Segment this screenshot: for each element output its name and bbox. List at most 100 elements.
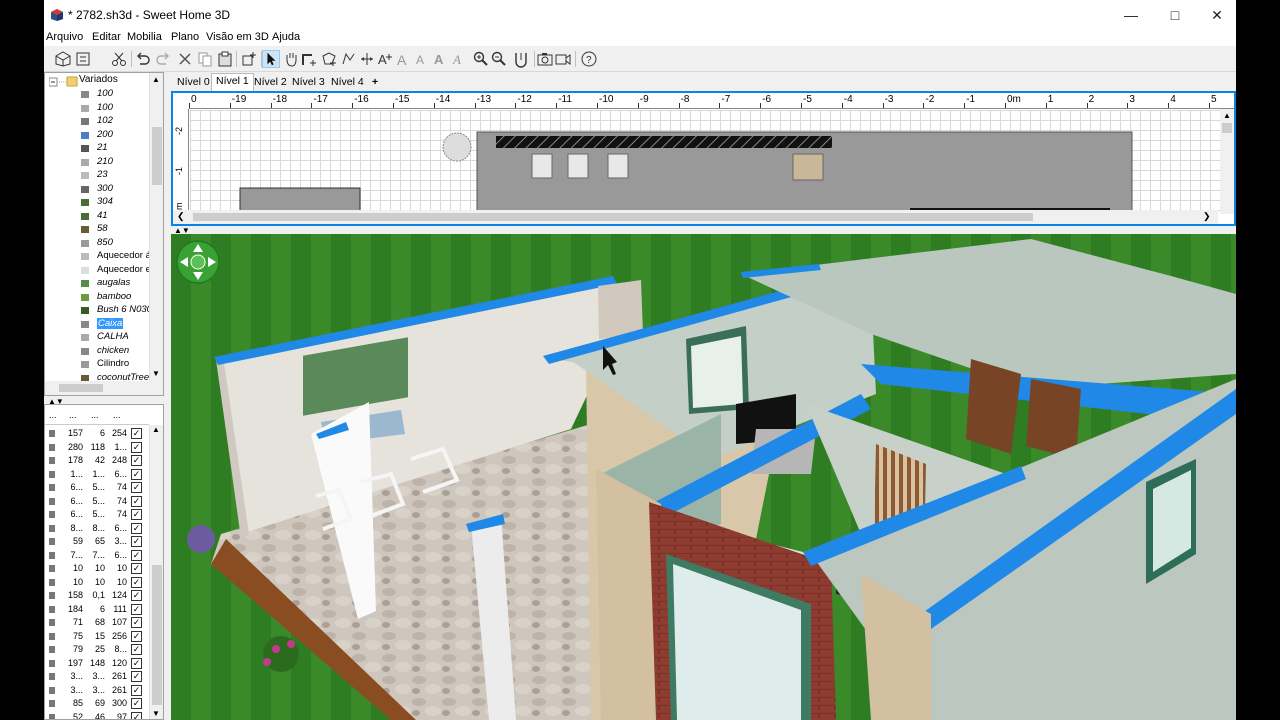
visible-checkbox[interactable]: ✓ bbox=[131, 671, 142, 682]
category-variados[interactable]: Variados bbox=[79, 74, 118, 85]
catalog-horizontal-scrollbar[interactable] bbox=[45, 381, 163, 395]
catalog-item[interactable]: CALHA bbox=[45, 331, 149, 345]
catalog-item[interactable]: Caixa bbox=[45, 317, 149, 332]
catalog-item[interactable]: chicken bbox=[45, 345, 149, 359]
catalog-item[interactable]: 210 bbox=[45, 156, 149, 170]
furniture-scroll-thumb[interactable] bbox=[152, 565, 162, 705]
scroll-up-icon[interactable]: ▲ bbox=[1223, 111, 1231, 120]
copy-icon[interactable] bbox=[196, 50, 214, 68]
scroll-up-icon[interactable]: ▲ bbox=[152, 425, 160, 434]
catalog-item[interactable]: 304 bbox=[45, 196, 149, 210]
catalog-item[interactable]: Cilindro bbox=[45, 358, 149, 372]
catalog-item[interactable]: Aquecedor el bbox=[45, 264, 149, 278]
catalog-item[interactable]: bamboo bbox=[45, 291, 149, 305]
increase-text-icon[interactable]: A bbox=[396, 50, 414, 68]
3d-view[interactable] bbox=[171, 234, 1236, 720]
italic-text-icon[interactable]: A bbox=[450, 50, 468, 68]
visible-checkbox[interactable]: ✓ bbox=[131, 617, 142, 628]
table-row[interactable]: 79 25 8... ✓ bbox=[45, 643, 149, 657]
table-row[interactable]: 280 118 1... ✓ bbox=[45, 441, 149, 455]
table-row[interactable]: 52 46 97 ✓ bbox=[45, 711, 149, 719]
visible-checkbox[interactable]: ✓ bbox=[131, 536, 142, 547]
navigation-arrows-control[interactable] bbox=[175, 239, 221, 285]
visible-checkbox[interactable]: ✓ bbox=[131, 482, 142, 493]
table-row[interactable]: 85 69 300 ✓ bbox=[45, 697, 149, 711]
create-dimensions-icon[interactable] bbox=[358, 50, 376, 68]
table-row[interactable]: 75 15 256 ✓ bbox=[45, 630, 149, 644]
furniture-table-scrollbar[interactable]: ▲ ▼ bbox=[149, 425, 163, 719]
decrease-text-icon[interactable]: A bbox=[414, 50, 432, 68]
table-row[interactable]: 1... 1... 6... ✓ bbox=[45, 468, 149, 482]
create-video-icon[interactable] bbox=[554, 50, 572, 68]
undo-icon[interactable] bbox=[134, 50, 152, 68]
catalog-item[interactable]: 200 bbox=[45, 129, 149, 143]
create-walls-icon[interactable] bbox=[300, 50, 318, 68]
table-row[interactable]: 157 6 254 ✓ bbox=[45, 427, 149, 441]
visible-checkbox[interactable]: ✓ bbox=[131, 549, 142, 561]
menu-visao-3d[interactable]: Visão em 3D bbox=[206, 31, 269, 43]
visible-checkbox[interactable]: ✓ bbox=[131, 495, 142, 507]
catalog-item[interactable]: 300 bbox=[45, 183, 149, 197]
bold-text-icon[interactable]: A bbox=[432, 50, 450, 68]
delete-icon[interactable] bbox=[176, 50, 194, 68]
visible-checkbox[interactable]: ✓ bbox=[131, 509, 142, 520]
visible-checkbox[interactable]: ✓ bbox=[131, 711, 142, 719]
col-header-width[interactable]: ... bbox=[69, 410, 77, 420]
furniture-list-table[interactable]: ... ... ... ... 157 6 254 ✓ 280 118 1... ✓ 178 42… bbox=[44, 404, 164, 720]
visible-checkbox[interactable]: ✓ bbox=[131, 644, 142, 655]
menu-arquivo[interactable]: Arquivo bbox=[46, 31, 83, 43]
plan-hscroll-thumb[interactable] bbox=[193, 213, 1033, 221]
scroll-down-icon[interactable]: ▼ bbox=[152, 709, 160, 718]
table-row[interactable]: 6... 5... 74 ✓ bbox=[45, 508, 149, 522]
catalog-item[interactable]: Aquecedor á bbox=[45, 250, 149, 264]
add-level-button[interactable]: + bbox=[368, 75, 382, 91]
table-row[interactable]: 184 6 111 ✓ bbox=[45, 603, 149, 617]
visible-checkbox[interactable]: ✓ bbox=[131, 468, 142, 480]
table-row[interactable]: 178 42 248 ✓ bbox=[45, 454, 149, 468]
catalog-item[interactable]: 850 bbox=[45, 237, 149, 251]
col-header-depth[interactable]: ... bbox=[91, 410, 99, 420]
visible-checkbox[interactable]: ✓ bbox=[131, 441, 142, 453]
table-row[interactable]: 10 10 10 ✓ bbox=[45, 576, 149, 590]
tab-nivel-1[interactable]: Nível 1 bbox=[211, 73, 254, 91]
table-row[interactable]: 197 148 120 ✓ bbox=[45, 657, 149, 671]
visible-checkbox[interactable]: ✓ bbox=[131, 657, 142, 669]
catalog-item[interactable]: 102 bbox=[45, 115, 149, 129]
catalog-item[interactable]: 23 bbox=[45, 169, 149, 183]
help-icon[interactable]: ? bbox=[580, 50, 598, 68]
visible-checkbox[interactable]: ✓ bbox=[131, 698, 142, 709]
scroll-down-icon[interactable]: ▼ bbox=[152, 369, 160, 378]
table-row[interactable]: 71 68 107 ✓ bbox=[45, 616, 149, 630]
tab-nivel-3[interactable]: Nível 3 bbox=[288, 75, 329, 91]
catalog-item[interactable]: 58 bbox=[45, 223, 149, 237]
create-polylines-icon[interactable] bbox=[340, 50, 358, 68]
visible-checkbox[interactable]: ✓ bbox=[131, 684, 142, 696]
table-row[interactable]: 6... 5... 74 ✓ bbox=[45, 495, 149, 509]
catalog-item[interactable]: augalas bbox=[45, 277, 149, 291]
add-furniture-icon[interactable] bbox=[240, 50, 258, 68]
menu-editar[interactable]: Editar bbox=[92, 31, 121, 43]
minimize-button[interactable]: — bbox=[1108, 0, 1154, 30]
new-home-icon[interactable] bbox=[54, 50, 72, 68]
scroll-left-icon[interactable]: ❮ bbox=[177, 211, 185, 222]
paste-icon[interactable] bbox=[216, 50, 234, 68]
table-row[interactable]: 6... 5... 74 ✓ bbox=[45, 481, 149, 495]
preferences-icon[interactable] bbox=[74, 50, 92, 68]
plan-grid[interactable] bbox=[190, 110, 1220, 212]
table-row[interactable]: 10 10 10 ✓ bbox=[45, 562, 149, 576]
plan-vscroll-thumb[interactable] bbox=[1222, 123, 1232, 133]
visible-checkbox[interactable]: ✓ bbox=[131, 590, 142, 601]
scroll-right-icon[interactable]: ❯ bbox=[1203, 211, 1211, 222]
table-row[interactable]: 8... 8... 6... ✓ bbox=[45, 522, 149, 536]
tab-nivel-4[interactable]: Nível 4 bbox=[327, 75, 368, 91]
catalog-hscroll-thumb[interactable] bbox=[59, 384, 103, 392]
plan-horizontal-scrollbar[interactable]: ❮ ❯ bbox=[173, 210, 1218, 224]
create-rooms-icon[interactable] bbox=[320, 50, 338, 68]
visible-checkbox[interactable]: ✓ bbox=[131, 522, 142, 534]
visible-checkbox[interactable]: ✓ bbox=[131, 563, 142, 574]
catalog-item[interactable]: 100 bbox=[45, 88, 149, 102]
table-row[interactable]: 3... 3... 261 ✓ bbox=[45, 684, 149, 698]
scroll-up-icon[interactable]: ▲ bbox=[152, 75, 160, 84]
menu-ajuda[interactable]: Ajuda bbox=[272, 31, 300, 43]
catalog-vertical-scrollbar[interactable]: ▲ ▼ bbox=[149, 73, 163, 395]
